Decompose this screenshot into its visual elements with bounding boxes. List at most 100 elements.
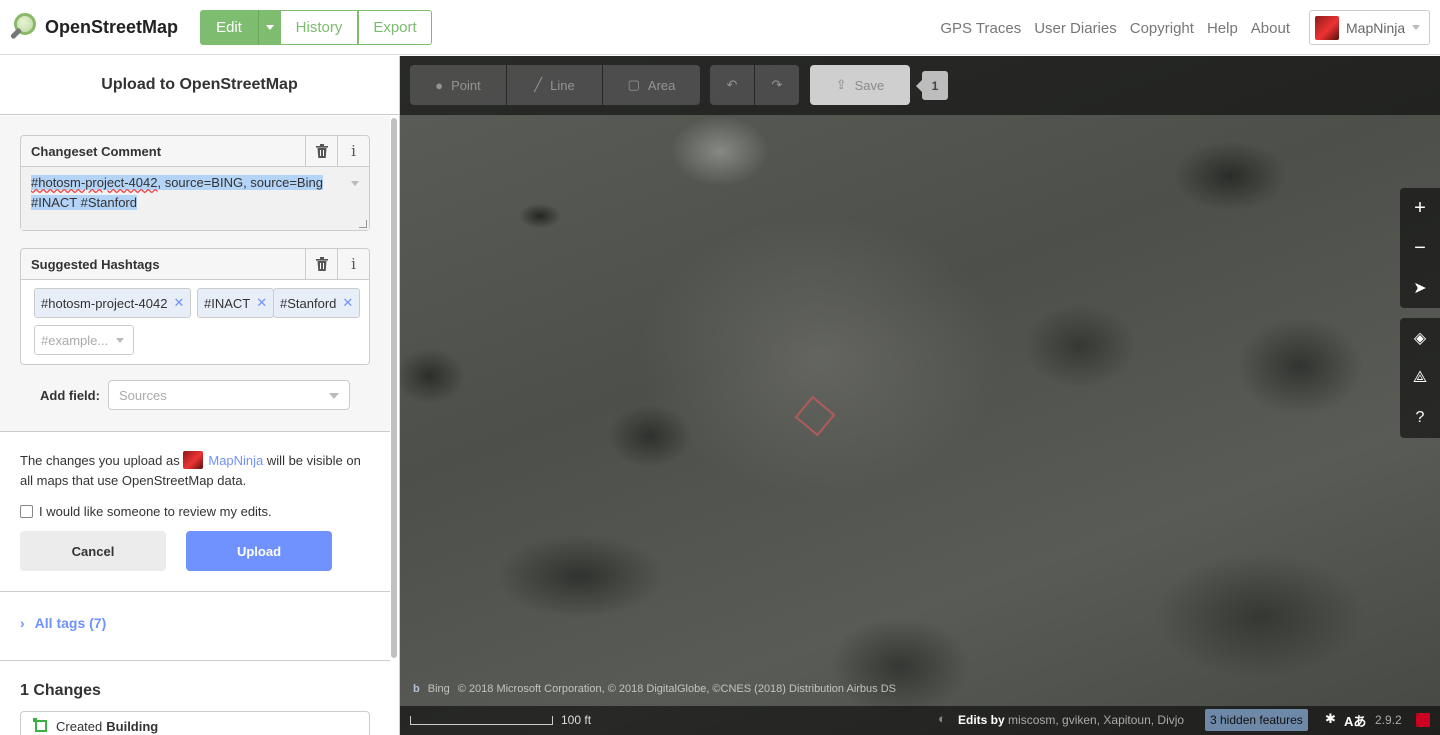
geolocate-button[interactable]: ➤ — [1400, 268, 1440, 308]
undo-button[interactable]: ↶ — [710, 65, 754, 105]
edits-by-label: Edits by — [958, 713, 1005, 727]
hashtag-chip[interactable]: #INACT ✕ — [197, 288, 275, 318]
hashtag-chip[interactable]: #Stanford ✕ — [273, 288, 361, 318]
changeset-comment-label: Changeset Comment — [31, 143, 162, 159]
hashtag-input-placeholder: #example... — [41, 332, 109, 348]
add-area-button[interactable]: ▢ Area — [603, 65, 700, 105]
export-tab[interactable]: Export — [358, 10, 432, 45]
sidebar-title: Upload to OpenStreetMap — [0, 56, 399, 115]
trash-icon[interactable] — [305, 249, 337, 279]
save-button[interactable]: ⇪ Save — [810, 65, 910, 105]
close-icon[interactable]: ✕ — [342, 295, 353, 311]
map-footer: 100 ft ◐ Edits by miscosm, gviken, Xapit… — [400, 706, 1440, 735]
suggested-hashtags-field: Suggested Hashtags i #hotosm-project-404… — [20, 248, 370, 365]
avatar — [182, 451, 203, 469]
add-field-placeholder: Sources — [119, 387, 167, 403]
redo-icon: ↷ — [771, 77, 783, 92]
hashtag-chip[interactable]: #hotosm-project-4042 ✕ — [34, 288, 192, 318]
divider — [0, 591, 390, 592]
nav-tabs: Edit History Export — [200, 10, 432, 45]
history-tab[interactable]: History — [281, 10, 358, 45]
undo-icon: ↶ — [726, 77, 738, 92]
review-label: I would like someone to review my edits. — [39, 504, 272, 519]
hashtag-chip-label: #hotosm-project-4042 — [41, 295, 168, 311]
chevron-down-icon — [329, 393, 339, 399]
comment-line2-text: #INACT #Stanford — [31, 195, 137, 210]
review-checkbox[interactable] — [20, 505, 33, 518]
cancel-button[interactable]: Cancel — [20, 531, 166, 571]
moon-icon: ◐ — [938, 711, 946, 726]
line-icon: ╱ — [534, 77, 543, 92]
scale-label: 100 ft — [561, 713, 592, 727]
edits-by-users[interactable]: miscosm, gviken, Xapitoun, Divjo — [1008, 713, 1184, 727]
bug-icon[interactable]: ✱ — [1325, 711, 1336, 727]
note-text-before: The changes you upload as — [20, 453, 180, 468]
hashtag-chips: #hotosm-project-4042 ✕ #INACT ✕ #Stanford ✕… — [21, 280, 369, 364]
about-link[interactable]: About — [1251, 20, 1290, 37]
hashtag-input[interactable]: #example... — [34, 325, 134, 355]
attribution-text[interactable]: © 2018 Microsoft Corporation, © 2018 Dig… — [458, 683, 896, 695]
attribution-provider: Bing — [427, 683, 450, 695]
top-navbar: OpenStreetMap Edit History Export GPS Tr… — [0, 0, 1440, 55]
close-icon[interactable]: ✕ — [256, 295, 267, 311]
area-icon: ▢ — [627, 77, 640, 92]
data-icon: ⟁ — [1412, 369, 1428, 386]
osm-logo[interactable]: OpenStreetMap — [9, 11, 179, 43]
suggested-hashtags-label-row: Suggested Hashtags i — [21, 249, 369, 280]
change-list-item[interactable]: Created Building — [20, 711, 370, 735]
info-icon[interactable]: i — [337, 136, 369, 166]
add-field-label: Add field: — [40, 387, 100, 403]
gift-icon[interactable] — [1416, 713, 1430, 727]
version-label: 2.9.2 — [1375, 713, 1402, 727]
user-name: MapNinja — [1346, 19, 1406, 36]
all-tags-label: All tags (7) — [34, 615, 107, 631]
user-diaries-link[interactable]: User Diaries — [1034, 20, 1117, 37]
bing-logo-icon: b — [413, 683, 420, 695]
chevron-right-icon: › — [20, 615, 25, 631]
avatar — [1315, 15, 1339, 40]
help-icon: ? — [1415, 409, 1425, 426]
help-button[interactable]: ? — [1400, 398, 1440, 438]
upload-form: Changeset Comment i #hotosm-project-4042… — [0, 116, 390, 432]
note-user-link[interactable]: MapNinja — [208, 453, 263, 468]
add-field-row: Add field: Sources — [40, 380, 350, 410]
add-line-button[interactable]: ╱ Line — [507, 65, 602, 105]
building-outline[interactable] — [794, 395, 836, 437]
magnifier-logo-icon — [9, 11, 40, 43]
hidden-features-badge[interactable]: 3 hidden features — [1205, 709, 1308, 731]
trash-icon[interactable] — [305, 136, 337, 166]
zoom-in-button[interactable]: + — [1400, 188, 1440, 228]
user-menu-button[interactable]: MapNinja — [1309, 10, 1430, 45]
edit-button[interactable]: Edit — [200, 10, 258, 45]
zoom-out-button[interactable]: − — [1400, 228, 1440, 268]
layers-icon: ◈ — [1413, 330, 1427, 347]
divider — [0, 660, 390, 661]
info-icon[interactable]: i — [337, 249, 369, 279]
site-title: OpenStreetMap — [45, 16, 179, 37]
help-link[interactable]: Help — [1207, 20, 1238, 37]
chevron-down-icon — [116, 337, 125, 343]
map-canvas[interactable]: ● Point ╱ Line ▢ Area ↶ ↷ ⇪ Save 1 + − ➤ ◈ ⟁… — [400, 56, 1440, 735]
edit-dropdown-button[interactable] — [258, 10, 281, 45]
edit-count-badge: 1 — [916, 71, 948, 100]
map-pin-icon: ● — [435, 77, 444, 93]
add-point-button[interactable]: ● Point — [410, 65, 506, 105]
upload-button[interactable]: Upload — [186, 531, 332, 571]
all-tags-toggle[interactable]: › All tags (7) — [20, 615, 106, 631]
gps-traces-link[interactable]: GPS Traces — [940, 20, 1021, 37]
map-data-button[interactable]: ⟁ — [1400, 358, 1440, 398]
save-label: Save — [854, 77, 885, 93]
redo-button[interactable]: ↷ — [755, 65, 799, 105]
close-icon[interactable]: ✕ — [173, 295, 184, 311]
top-links: GPS Traces User Diaries Copyright Help A… — [940, 20, 1290, 37]
resize-handle[interactable] — [359, 220, 367, 228]
background-settings-button[interactable]: ◈ — [1400, 318, 1440, 358]
copyright-link[interactable]: Copyright — [1130, 20, 1194, 37]
changeset-comment-textarea[interactable]: #hotosm-project-4042, source=BING, sourc… — [21, 167, 369, 230]
review-request-row[interactable]: I would like someone to review my edits. — [20, 504, 272, 519]
add-field-combo[interactable]: Sources — [108, 380, 350, 410]
comment-hashtag-text: #hotosm-project-4042 — [31, 175, 158, 190]
sidebar-scrollbar[interactable] — [391, 118, 397, 658]
area-label: Area — [647, 77, 676, 93]
translate-icon[interactable]: Aあ — [1344, 711, 1366, 730]
